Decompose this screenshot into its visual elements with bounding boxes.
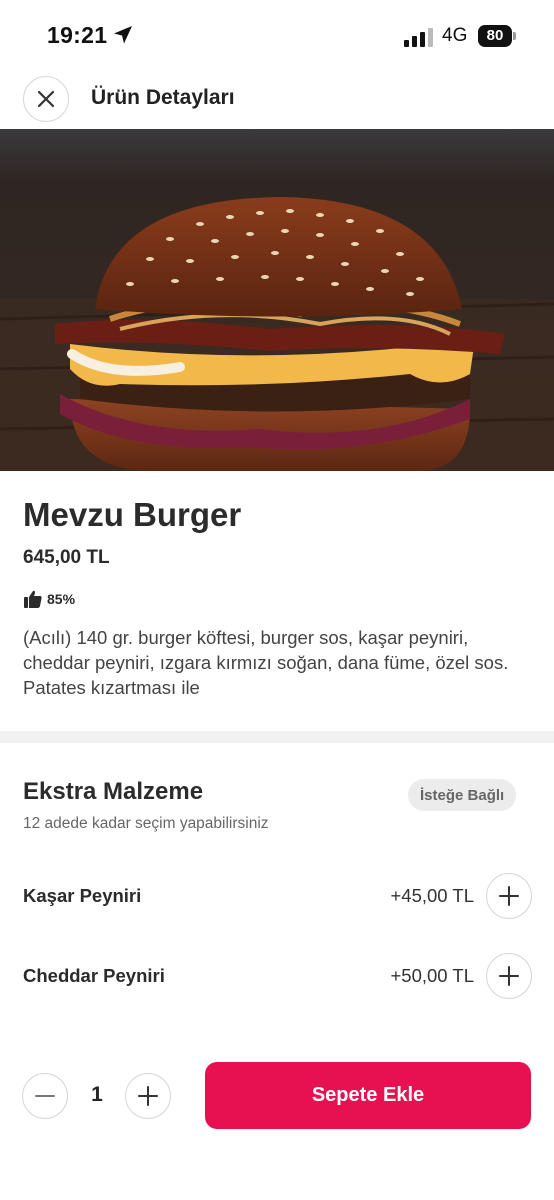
network-type: 4G [442,25,468,46]
signal-icon [404,28,433,47]
extra-item-price: +45,00 TL [390,885,475,906]
extras-subtitle: 12 adede kadar seçim yapabilirsiniz [23,815,269,832]
bottom-action-bar: 1 Sepete Ekle [0,1062,554,1200]
top-header: Ürün Detayları [0,72,554,128]
plus-icon [499,886,519,906]
add-to-cart-button[interactable]: Sepete Ekle [205,1062,531,1129]
add-extra-button[interactable] [486,873,532,919]
burger-illustration [0,129,554,471]
status-bar: 19:21 4G 80 [0,0,554,72]
battery-level: 80 [486,27,504,44]
close-icon [37,90,55,108]
product-price: 645,00 TL [23,547,110,568]
section-divider [0,731,554,743]
minus-icon [35,1095,55,1097]
extra-item-price: +50,00 TL [390,965,475,986]
increase-quantity-button[interactable] [125,1073,171,1119]
page-title: Ürün Detayları [91,86,235,109]
add-extra-button[interactable] [486,953,532,999]
rating-value: 85% [47,591,76,607]
product-name: Mevzu Burger [23,496,242,533]
thumbs-up-icon [24,590,42,608]
extras-title: Ekstra Malzeme [23,778,204,805]
extra-item: Cheddar Peyniri +50,00 TL [0,953,554,1001]
product-image [0,129,554,471]
location-arrow-icon [114,26,132,44]
plus-icon [138,1086,158,1106]
product-description: (Acılı) 140 gr. burger köftesi, burger s… [23,627,509,698]
quantity-value: 1 [91,1083,103,1106]
extra-item: Kaşar Peyniri +45,00 TL [0,873,554,921]
scroll-fade [0,1012,554,1062]
extra-item-name: Cheddar Peyniri [23,965,165,986]
rating: 85% [23,588,75,610]
plus-icon [499,966,519,986]
close-button[interactable] [23,76,69,122]
decrease-quantity-button[interactable] [22,1073,68,1119]
optional-badge: İsteğe Bağlı [408,779,517,811]
extra-item-name: Kaşar Peyniri [23,885,142,906]
battery-icon: 80 [478,25,518,47]
status-time: 19:21 [47,22,108,48]
